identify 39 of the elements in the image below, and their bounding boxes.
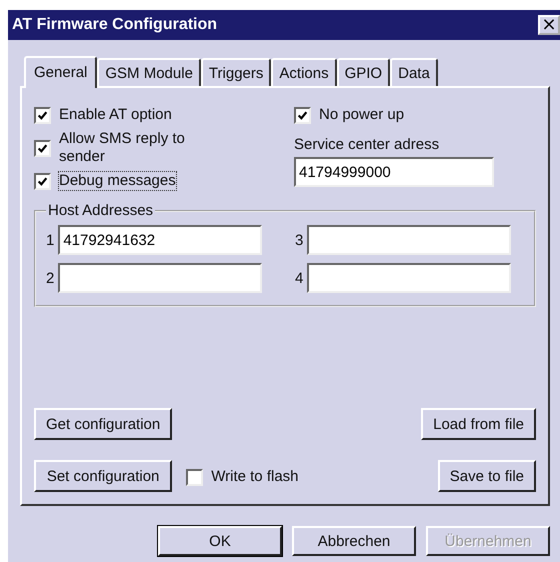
tab[interactable]: Data [390,58,438,86]
checkmark-icon [37,110,48,120]
input-field[interactable]: 41792941632 [58,225,262,255]
tab[interactable]: GPIO [336,58,390,86]
input-field[interactable] [58,263,262,293]
close-button[interactable]: × [538,15,560,35]
window-title: AT Firmware Configuration [12,16,218,34]
checkbox-label: Allow SMS reply to sender [59,130,186,166]
group-title: Host Addresses [47,202,154,219]
input-field[interactable] [307,263,512,293]
push-button[interactable]: Get configuration [34,408,172,440]
checkbox-label: No power up [319,106,404,124]
field-number: 2 [46,270,54,286]
tab[interactable]: General [24,56,98,88]
tab[interactable]: Triggers [200,58,272,86]
dialog-button[interactable]: OK [158,526,282,556]
checkbox[interactable] [34,172,51,190]
field-number: 4 [295,270,304,286]
push-button[interactable]: Save to file [438,460,536,492]
checkmark-icon [37,176,48,186]
checkbox-label: Write to flash [211,468,299,486]
field-number: 3 [295,232,304,248]
input-field[interactable] [307,225,512,255]
checkbox-label: Enable AT option [59,106,172,124]
checkbox-label: Debug messages [59,172,176,190]
checkmark-icon [37,142,48,154]
push-button[interactable]: Set configuration [34,460,172,492]
field-number: 1 [46,232,54,248]
dialog-button[interactable]: Abbrechen [292,526,416,556]
checkbox[interactable] [34,106,51,124]
checkbox[interactable] [34,140,51,156]
checkbox[interactable] [294,106,311,124]
tab[interactable]: GSM Module [97,58,201,86]
tab[interactable]: Actions [271,58,337,86]
checkbox[interactable] [186,468,204,486]
checkmark-icon [297,110,308,120]
push-button[interactable]: Load from file [421,408,536,440]
input-field[interactable]: 41794999000 [294,157,494,187]
field-label: Service center adress [294,136,440,153]
